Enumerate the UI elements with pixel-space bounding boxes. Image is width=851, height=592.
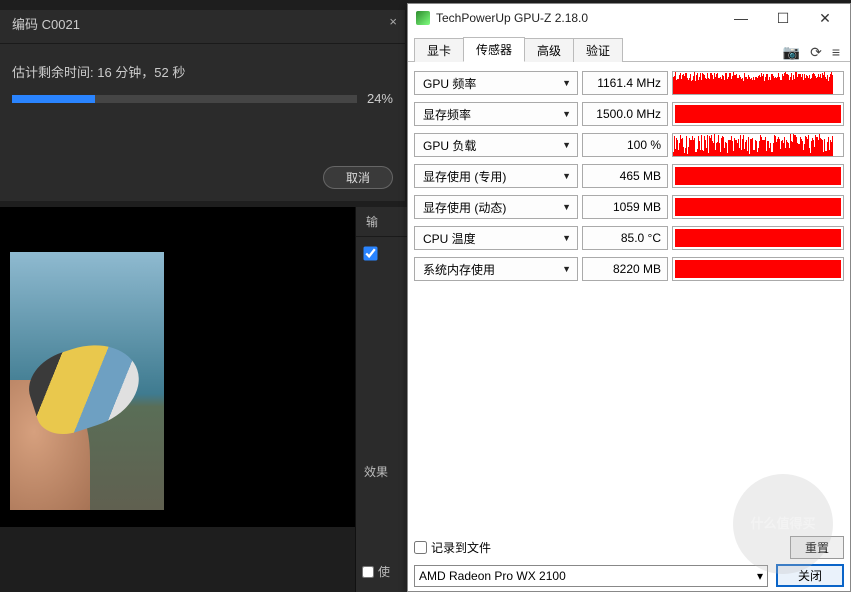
- tab-advanced[interactable]: 高级: [524, 38, 574, 62]
- sensor-label-text: CPU 温度: [423, 230, 476, 247]
- sensor-row: CPU 温度 ▼ 85.0 °C: [414, 223, 844, 253]
- progress-fill: [12, 95, 95, 103]
- sensor-label-dropdown[interactable]: 显存使用 (动态) ▼: [414, 195, 578, 219]
- sensor-label-text: 显存使用 (专用): [423, 168, 506, 185]
- sensor-label-dropdown[interactable]: CPU 温度 ▼: [414, 226, 578, 250]
- sensor-value[interactable]: 1161.4 MHz: [582, 71, 668, 95]
- maximize-button[interactable]: ☐: [762, 10, 804, 27]
- gpu-select[interactable]: AMD Radeon Pro WX 2100 ▾: [414, 565, 768, 587]
- sensor-graph: [672, 133, 844, 157]
- chevron-down-icon: ▼: [562, 202, 571, 212]
- progress-percent: 24%: [367, 91, 393, 106]
- sensor-graph: [672, 257, 844, 281]
- side-checkbox-1[interactable]: [363, 246, 377, 260]
- preview-panel: [0, 207, 355, 527]
- gpuz-titlebar[interactable]: TechPowerUp GPU-Z 2.18.0 — ☐ ✕: [408, 4, 850, 32]
- watermark: 什么值得买: [733, 474, 833, 574]
- sensor-value[interactable]: 1500.0 MHz: [582, 102, 668, 126]
- sensor-label-text: 显存使用 (动态): [423, 199, 506, 216]
- gpu-select-value: AMD Radeon Pro WX 2100: [419, 569, 566, 583]
- sensor-label-dropdown[interactable]: 显存使用 (专用) ▼: [414, 164, 578, 188]
- chevron-down-icon: ▼: [562, 171, 571, 181]
- chevron-down-icon: ▼: [562, 264, 571, 274]
- gpuz-app-icon: [416, 11, 430, 25]
- preview-thumbnail: [10, 252, 164, 510]
- sensor-label-text: GPU 负载: [423, 137, 476, 154]
- sensor-value[interactable]: 85.0 °C: [582, 226, 668, 250]
- close-button[interactable]: ✕: [804, 10, 846, 27]
- encode-close-icon[interactable]: ×: [389, 14, 397, 29]
- chevron-down-icon: ▼: [562, 109, 571, 119]
- encode-dialog: 编码 C0021 × 估计剩余时间: 16 分钟，52 秒 24% 取消: [0, 10, 405, 201]
- sensor-value[interactable]: 465 MB: [582, 164, 668, 188]
- sensor-graph: [672, 195, 844, 219]
- side-label-use: 使: [378, 563, 390, 580]
- sensor-label-dropdown[interactable]: 显存频率 ▼: [414, 102, 578, 126]
- minimize-button[interactable]: —: [720, 10, 762, 26]
- export-side-panel: 输 效果 使: [355, 207, 410, 592]
- sensor-row: 显存使用 (专用) ▼ 465 MB: [414, 161, 844, 191]
- sensor-row: 显存频率 ▼ 1500.0 MHz: [414, 99, 844, 129]
- tab-sensors[interactable]: 传感器: [463, 37, 525, 62]
- screenshot-icon[interactable]: 📷: [783, 44, 800, 61]
- sensor-label-text: GPU 频率: [423, 75, 476, 92]
- chevron-down-icon: ▼: [562, 78, 571, 88]
- sensor-label-dropdown[interactable]: GPU 负载 ▼: [414, 133, 578, 157]
- gpuz-title-text: TechPowerUp GPU-Z 2.18.0: [436, 11, 588, 25]
- cancel-button[interactable]: 取消: [323, 166, 393, 189]
- side-label-output: 输: [356, 207, 410, 237]
- watermark-text: 什么值得买: [750, 516, 815, 532]
- chevron-down-icon: ▼: [562, 140, 571, 150]
- sensor-value[interactable]: 100 %: [582, 133, 668, 157]
- sensor-graph: [672, 164, 844, 188]
- chevron-down-icon: ▼: [562, 233, 571, 243]
- sensor-row: GPU 负载 ▼ 100 %: [414, 130, 844, 160]
- tab-validation[interactable]: 验证: [573, 38, 623, 62]
- sensor-value[interactable]: 1059 MB: [582, 195, 668, 219]
- sensor-graph: [672, 226, 844, 250]
- side-label-effects: 效果: [364, 463, 388, 480]
- sensor-label-text: 系统内存使用: [423, 261, 495, 278]
- log-to-file-input[interactable]: [414, 541, 427, 554]
- sensor-label-dropdown[interactable]: 系统内存使用 ▼: [414, 257, 578, 281]
- tab-graphics-card[interactable]: 显卡: [414, 38, 464, 62]
- gpuz-tabs: 显卡 传感器 高级 验证 📷 ⟳ ≡: [408, 32, 850, 62]
- sensor-row: 显存使用 (动态) ▼ 1059 MB: [414, 192, 844, 222]
- sensor-value[interactable]: 8220 MB: [582, 257, 668, 281]
- sensor-label-dropdown[interactable]: GPU 频率 ▼: [414, 71, 578, 95]
- sensor-row: 系统内存使用 ▼ 8220 MB: [414, 254, 844, 284]
- encode-title: 编码 C0021: [0, 10, 405, 44]
- sensor-label-text: 显存频率: [423, 106, 471, 123]
- time-remaining-label: 估计剩余时间: 16 分钟，52 秒: [12, 62, 393, 81]
- sensor-graph: [672, 71, 844, 95]
- chevron-down-icon: ▾: [757, 569, 763, 583]
- side-checkbox-2[interactable]: [362, 566, 374, 578]
- log-to-file-label: 记录到文件: [431, 539, 491, 556]
- sensor-graph: [672, 102, 844, 126]
- refresh-icon[interactable]: ⟳: [810, 44, 822, 61]
- hamburger-icon[interactable]: ≡: [832, 44, 840, 61]
- progress-bar: [12, 95, 357, 103]
- log-to-file-checkbox[interactable]: 记录到文件: [414, 539, 491, 556]
- sensor-row: GPU 频率 ▼ 1161.4 MHz: [414, 68, 844, 98]
